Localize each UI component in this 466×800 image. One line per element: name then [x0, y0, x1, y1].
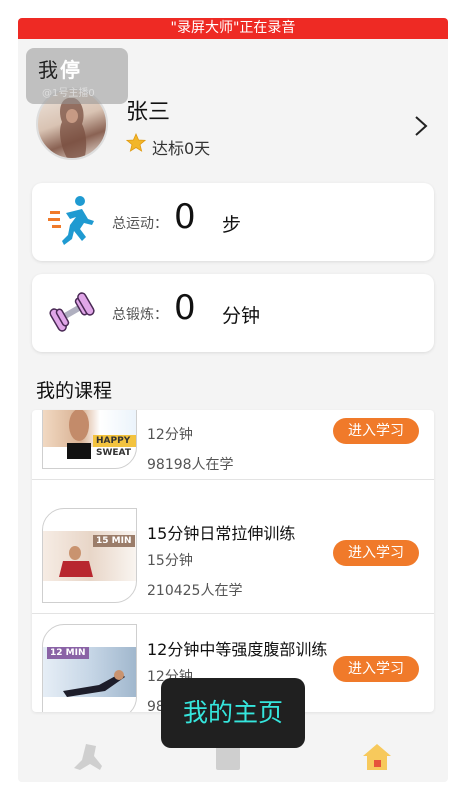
- streak-days: 达标0天: [152, 139, 211, 158]
- total-workout-card: 总锻炼： 0 分钟: [32, 274, 434, 352]
- course-duration: 12分钟: [147, 427, 193, 443]
- course-learners: 98198人在学: [147, 457, 234, 473]
- floating-record-control[interactable]: 我 停 @1号主播0: [26, 48, 128, 104]
- workout-label: 总锻炼：: [112, 307, 168, 323]
- enter-study-button[interactable]: 进入学习: [333, 418, 419, 444]
- enter-study-button[interactable]: 进入学习: [333, 540, 419, 566]
- course-thumbnail[interactable]: HAPPY SWEAT: [42, 410, 137, 469]
- thumbnail-tag: 12 MIN: [47, 647, 89, 659]
- course-title: 12分钟中等强度腹部训练: [147, 640, 328, 659]
- workout-unit: 分钟: [222, 305, 261, 327]
- thumbnail-tag: HAPPY SWEAT: [93, 435, 136, 458]
- course-learners: 210425人在学: [147, 583, 243, 599]
- workout-value: 0: [174, 288, 196, 328]
- course-item[interactable]: HAPPY SWEAT 12分钟 98198人在学 进入学习: [32, 410, 434, 480]
- star-icon: [126, 133, 146, 152]
- toast-message: 我的主页: [161, 678, 305, 748]
- athlete-figure-icon: [67, 410, 91, 459]
- course-duration: 15分钟: [147, 553, 193, 569]
- tab-home-icon[interactable]: [361, 742, 393, 772]
- dumbbell-icon: [49, 292, 95, 332]
- my-courses-title: 我的课程: [36, 380, 113, 402]
- course-title: 15分钟日常拉伸训练: [147, 524, 296, 543]
- course-thumbnail[interactable]: 12 MIN: [42, 624, 137, 712]
- running-person-icon: [48, 196, 94, 245]
- steps-label: 总运动：: [112, 216, 168, 232]
- steps-unit: 步: [222, 214, 242, 236]
- course-item[interactable]: 15 MIN 15分钟日常拉伸训练 15分钟 210425人在学 进入学习: [32, 498, 434, 614]
- athlete-figure-icon: [59, 546, 93, 577]
- profile-name: 张三: [126, 100, 171, 125]
- athlete-figure-icon: [63, 670, 125, 697]
- recording-status-bar: "录屏大师"正在录音: [18, 18, 448, 39]
- thumbnail-tag: 15 MIN: [93, 535, 135, 547]
- steps-value: 0: [174, 197, 196, 237]
- chevron-right-icon[interactable]: [414, 115, 428, 137]
- overlay-label-a: 我: [38, 58, 58, 82]
- tab-exercise-icon[interactable]: [72, 742, 104, 772]
- course-thumbnail[interactable]: 15 MIN: [42, 508, 137, 603]
- overlay-small-text: @1号主播0: [42, 88, 95, 99]
- phone-screen: "录屏大师"正在录音 我 停 @1号主播0 张三 达标0天 总运动： 0 步 总…: [18, 18, 448, 782]
- overlay-stop-label[interactable]: 停: [60, 54, 80, 83]
- total-steps-card: 总运动： 0 步: [32, 183, 434, 261]
- enter-study-button[interactable]: 进入学习: [333, 656, 419, 682]
- course-list[interactable]: HAPPY SWEAT 12分钟 98198人在学 进入学习 15 MIN 15…: [32, 410, 434, 712]
